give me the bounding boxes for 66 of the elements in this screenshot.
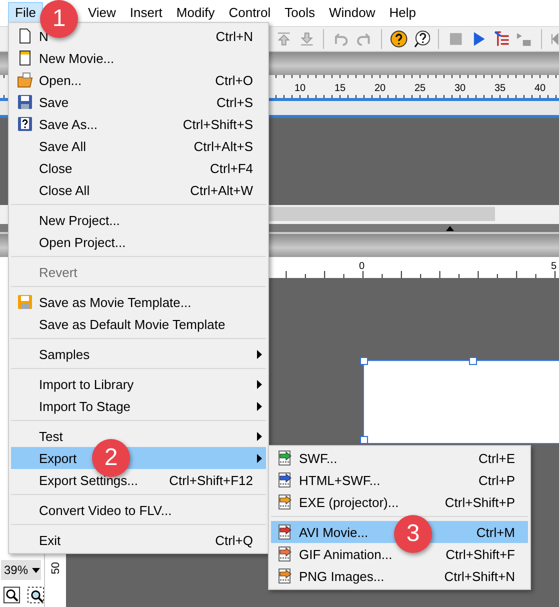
export-file-icon xyxy=(277,472,293,488)
export-file-icon xyxy=(277,546,293,562)
timeline-icon[interactable] xyxy=(492,30,510,48)
menu-title[interactable]: View xyxy=(80,2,123,24)
ruler-label: 35 xyxy=(494,83,506,94)
menu-title[interactable]: Modify xyxy=(169,2,222,24)
menu-item[interactable]: Close All Ctrl+Alt+W xyxy=(11,179,266,201)
folder-icon xyxy=(17,72,33,88)
submenu-arrow-icon xyxy=(257,432,262,440)
submenu-arrow-icon xyxy=(257,402,262,410)
floppy-icon xyxy=(17,116,33,132)
menu-item[interactable]: Save as Movie Template... xyxy=(11,291,266,313)
menu-item[interactable]: Save As... Ctrl+Shift+S xyxy=(11,113,266,135)
ruler-label: 0 xyxy=(359,261,365,272)
menu-title[interactable]: Control xyxy=(222,2,278,24)
first-frame-icon[interactable] xyxy=(550,30,559,48)
context-help-icon[interactable] xyxy=(412,30,430,48)
menu-item[interactable]: Close Ctrl+F4 xyxy=(11,157,266,179)
ruler-label: 30 xyxy=(454,83,466,94)
menu-item[interactable]: Samples xyxy=(11,343,266,365)
export-file-icon xyxy=(277,450,293,466)
ruler-label: 50 xyxy=(50,562,62,574)
zoom-fit-icon[interactable] xyxy=(26,586,44,604)
menu-item[interactable]: EXE (projector)... Ctrl+Shift+P xyxy=(271,491,528,513)
zoom-dropdown[interactable]: 39% xyxy=(1,560,41,580)
submenu-arrow-icon xyxy=(257,454,262,462)
zoom-icon[interactable] xyxy=(3,586,20,604)
ruler-label: 5 xyxy=(551,261,557,272)
menu-item[interactable]: Import to Library xyxy=(11,373,266,395)
submenu-arrow-icon xyxy=(257,380,262,388)
menu-item[interactable]: Save as Default Movie Template xyxy=(11,313,266,335)
caret-icon xyxy=(32,568,40,572)
move-up-icon[interactable] xyxy=(275,30,293,48)
submenu-arrow-icon xyxy=(257,350,262,358)
scroll-thumb[interactable] xyxy=(268,207,495,221)
ruler-label: 25 xyxy=(414,83,426,94)
page-icon xyxy=(17,28,33,44)
ruler-label: 10 xyxy=(294,83,306,94)
menu-item[interactable]: Save All Ctrl+Alt+S xyxy=(11,135,266,157)
ruler-label: 15 xyxy=(334,83,346,94)
menu-item[interactable]: Open Project... xyxy=(11,231,266,253)
resize-handle[interactable] xyxy=(360,436,368,444)
menu-title[interactable]: Insert xyxy=(122,2,170,24)
menu-item[interactable]: PNG Images... Ctrl+Shift+N xyxy=(271,565,528,587)
export-file-icon xyxy=(277,568,293,584)
menu-title[interactable]: Tools xyxy=(278,2,322,24)
ruler-label: 20 xyxy=(374,83,386,94)
floppy-icon xyxy=(17,94,33,110)
menu-item[interactable]: New Movie... xyxy=(11,47,266,69)
menu-title[interactable]: Window xyxy=(322,2,382,24)
resize-handle[interactable] xyxy=(360,357,368,365)
ruler-label: 40 xyxy=(534,83,546,94)
menu-item[interactable]: Import To Stage xyxy=(11,395,266,417)
resize-handle[interactable] xyxy=(469,357,477,365)
menu-title[interactable]: Help xyxy=(382,2,423,24)
menu-item[interactable]: Exit Ctrl+Q xyxy=(11,529,266,551)
floppy-icon xyxy=(17,294,33,310)
menu-item[interactable]: SWF... Ctrl+E xyxy=(271,447,528,469)
export-file-icon xyxy=(277,494,293,510)
menu-item[interactable]: Convert Video to FLV... xyxy=(11,499,266,521)
menu-item[interactable]: Open... Ctrl+O xyxy=(11,69,266,91)
menu-item[interactable]: New Project... xyxy=(11,209,266,231)
page-icon xyxy=(17,50,33,66)
menu-item[interactable]: HTML+SWF... Ctrl+P xyxy=(271,469,528,491)
menu-item[interactable]: Save Ctrl+S xyxy=(11,91,266,113)
help-icon[interactable] xyxy=(390,30,408,48)
